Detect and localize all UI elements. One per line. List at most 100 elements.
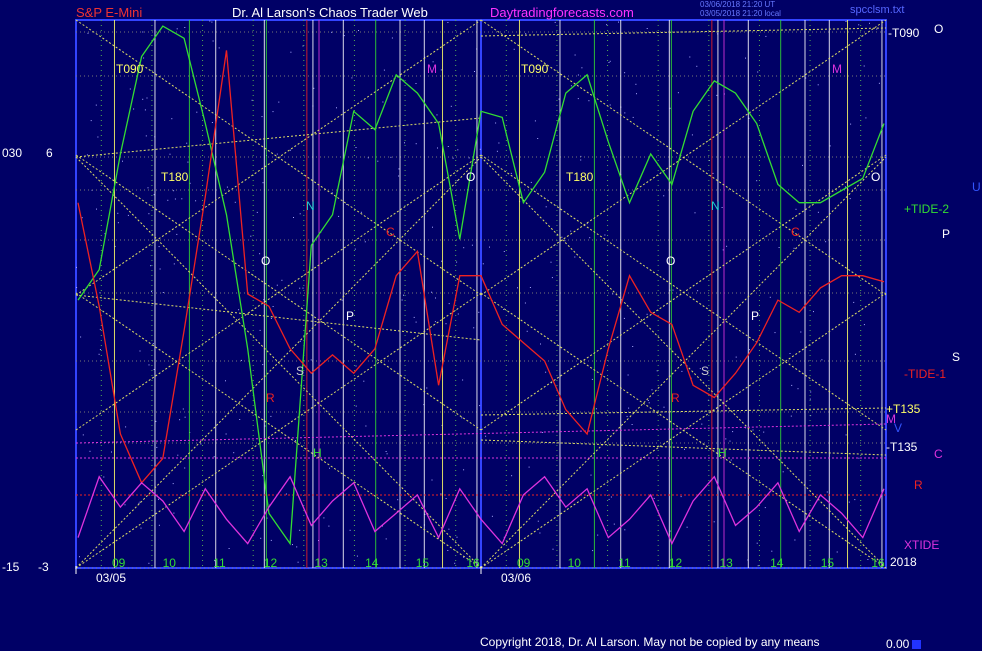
marker-h: H [718,446,727,460]
star-dot [331,31,333,33]
star-dot [646,313,648,315]
legend-tide-1: -TIDE-1 [904,367,946,381]
star-dot [299,213,301,215]
star-dot [211,21,213,23]
star-dot [146,97,148,99]
star-dot [297,561,299,563]
star-dot [296,546,298,548]
star-dot [452,157,454,159]
star-dot [144,109,146,111]
star-dot [686,526,688,528]
star-dot [592,550,594,552]
star-dot [228,548,230,549]
star-dot [672,289,674,291]
marker-o: O [466,170,475,184]
star-dot [526,330,528,332]
star-dot [99,349,101,350]
star-dot [498,142,500,144]
diagonal-line [75,117,482,158]
star-dot [401,299,403,301]
star-dot [850,123,852,125]
star-dot [854,499,856,501]
star-dot [474,71,475,72]
star-dot [299,529,301,531]
star-dot [471,244,473,246]
star-dot [632,116,634,118]
star-dot [99,328,101,330]
star-dot [148,562,150,564]
star-dot [604,234,606,236]
star-dot [765,35,767,37]
star-dot [270,415,272,417]
star-dot [354,248,356,250]
star-dot [756,542,758,544]
star-dot [653,497,655,499]
star-dot [90,120,92,122]
star-dot [608,62,610,63]
star-dot [457,313,459,315]
site-link[interactable]: Daytradingforecasts.com [490,6,634,20]
diagonal-line [75,294,482,341]
star-dot [848,501,850,503]
star-dot [261,116,263,118]
star-dot [858,457,860,459]
star-dot [86,154,88,156]
star-dot [495,122,497,124]
marker-o: O [666,254,675,268]
star-dot [794,539,796,541]
star-dot [552,548,554,550]
star-dot [589,237,591,239]
star-dot [256,211,258,213]
star-dot [701,423,703,425]
star-dot [636,93,637,95]
star-dot [817,211,819,213]
star-dot [173,512,175,514]
star-dot [299,340,301,342]
marker-t180: T180 [161,170,189,184]
star-dot [173,190,175,192]
star-dot [290,51,292,53]
marker-m: M [832,62,842,76]
marker-t090: T090 [116,62,144,76]
footer-value: 0.00 [886,637,910,651]
star-dot [276,153,278,155]
star-dot [463,469,465,471]
star-dot [445,323,447,325]
star-dot [757,565,759,567]
star-dot [338,215,340,217]
star-dot [89,450,91,452]
star-dot [550,261,552,263]
star-dot [176,233,178,235]
star-dot [96,208,97,210]
legend-t090: -T090 [888,26,920,40]
star-dot [382,101,384,103]
star-dot [177,454,179,456]
star-dot [142,98,144,100]
star-dot [225,380,226,382]
star-dot [525,33,527,35]
star-dot [142,31,144,33]
star-dot [829,145,831,147]
hour-label: 11 [618,556,631,570]
star-dot [351,77,353,79]
star-dot [802,164,803,166]
star-dot [158,246,160,248]
star-dot [826,491,828,493]
star-dot [752,429,754,431]
star-dot [426,387,428,389]
star-dot [608,498,610,500]
star-dot [813,311,814,313]
star-dot [677,92,679,94]
star-dot [825,241,827,243]
star-dot [158,498,159,500]
star-dot [867,559,869,560]
star-dot [285,493,287,495]
marker-r: R [671,391,680,405]
star-dot [456,261,458,263]
star-dot [684,448,685,450]
hour-label: 15 [821,556,835,570]
legend-o: O [934,22,943,36]
star-dot [570,230,572,232]
star-dot [561,236,563,238]
star-dot [260,537,262,539]
